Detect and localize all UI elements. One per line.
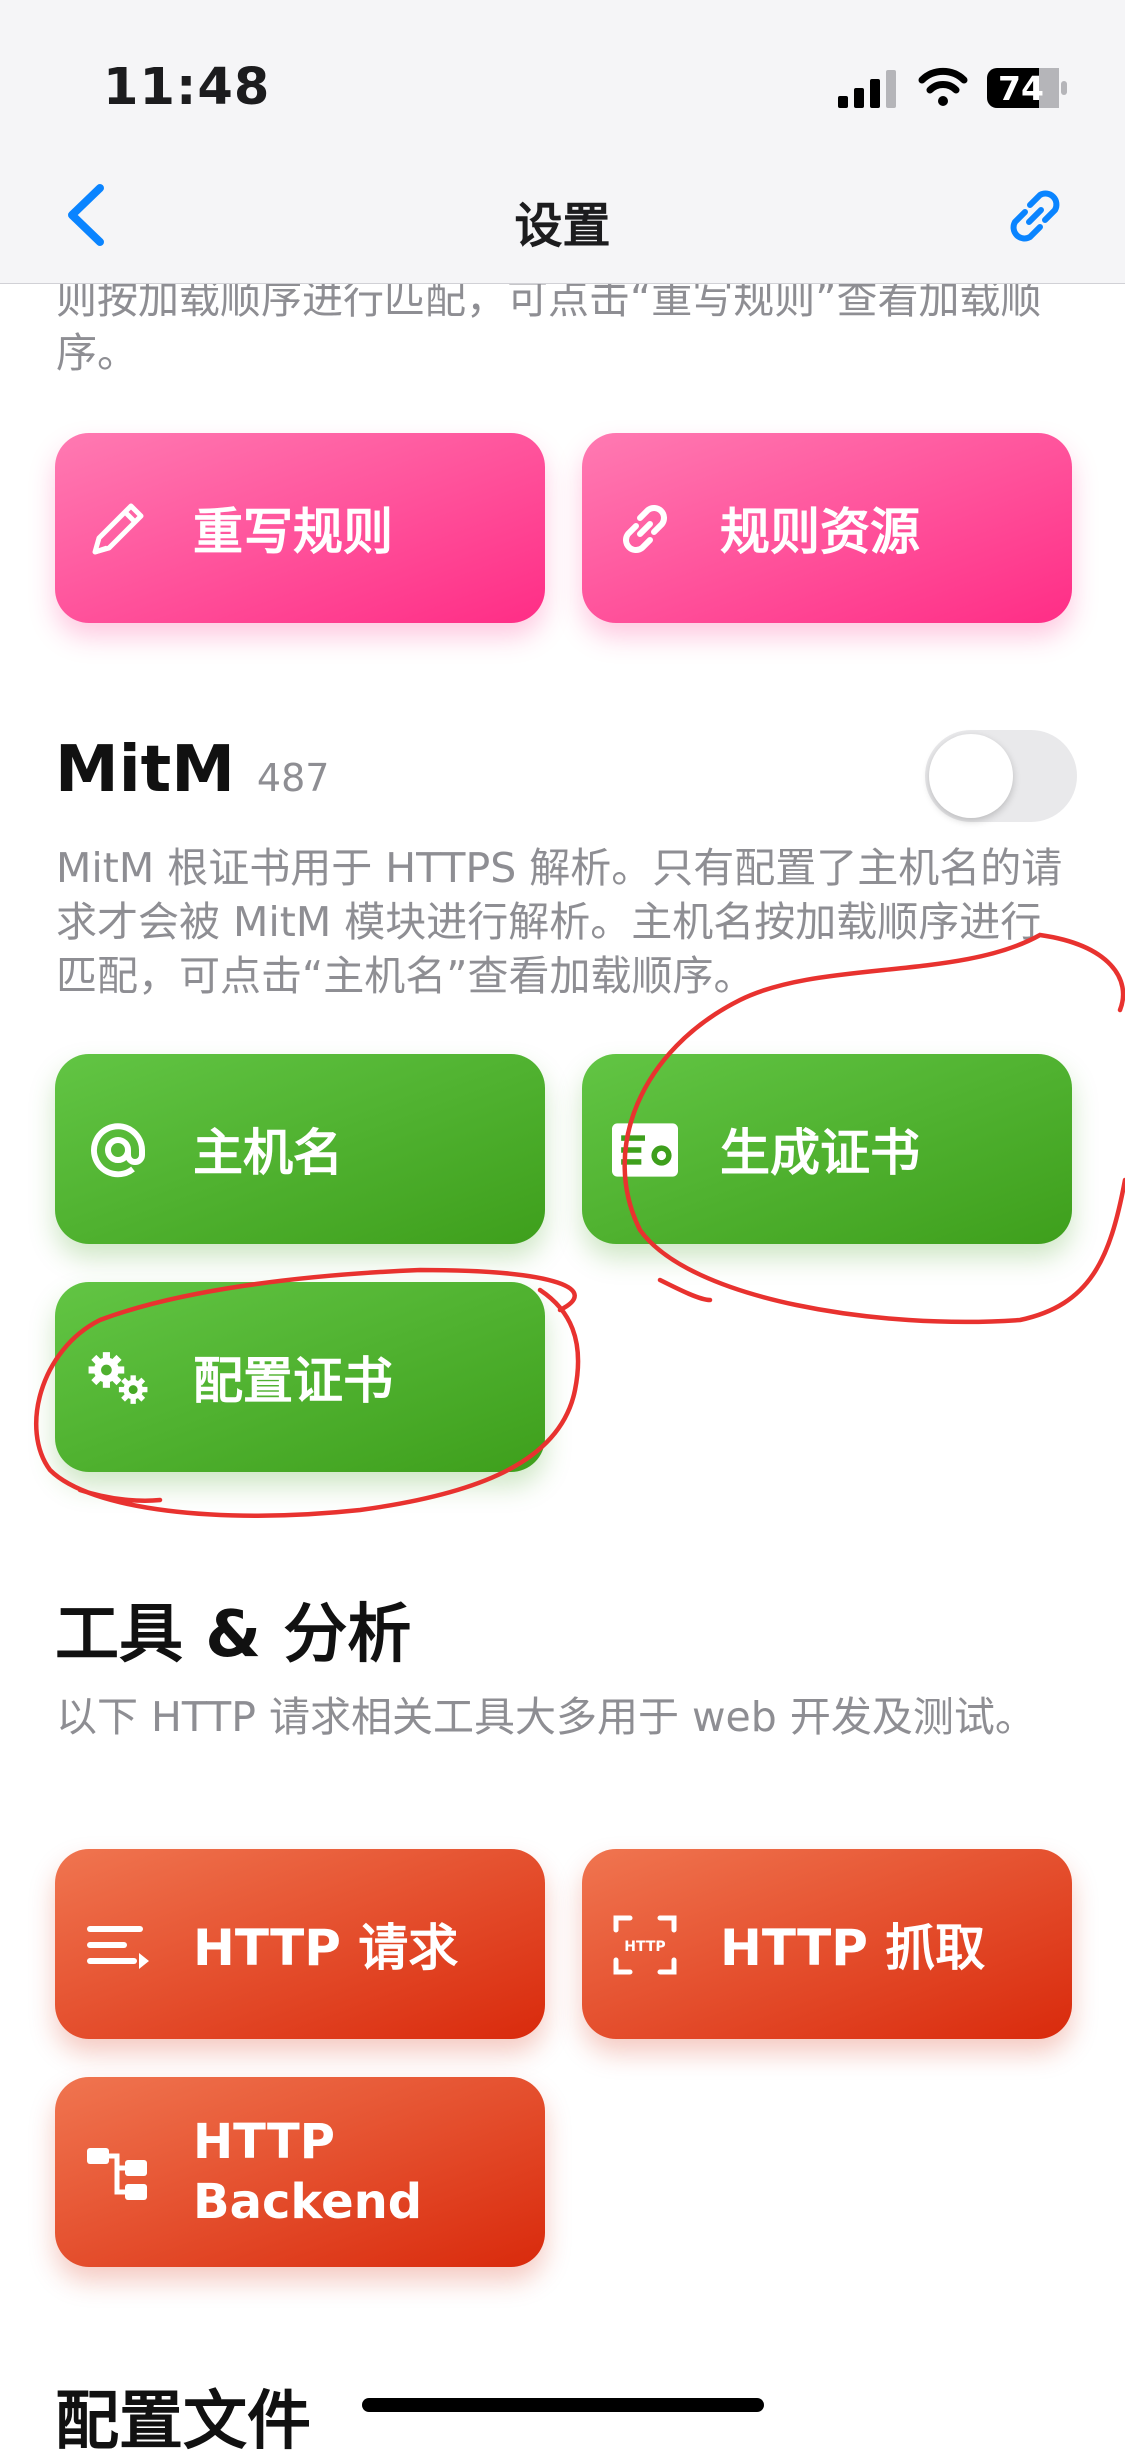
hostname-button[interactable]: 主机名	[55, 1054, 545, 1244]
page-title: 设置	[514, 198, 611, 254]
rewrite-rules-button[interactable]: 重写规则	[55, 433, 545, 623]
tools-description: 以下 HTTP 请求相关工具大多用于 web 开发及测试。	[56, 1693, 1036, 1741]
http-capture-icon: HTTP	[612, 1912, 678, 1978]
generate-certificate-label: 生成证书	[720, 1124, 920, 1182]
rule-resources-label: 规则资源	[720, 503, 920, 561]
at-icon	[85, 1117, 151, 1183]
home-indicator	[362, 2398, 764, 2412]
pencil-icon	[85, 496, 151, 562]
mitm-description: MitM 根证书用于 HTTPS 解析。只有配置了主机名的请求才会被 MitM …	[56, 844, 1063, 1000]
mitm-count: 487	[256, 756, 330, 800]
cellular-signal-icon	[838, 70, 896, 108]
battery-level: 74	[998, 69, 1044, 108]
configure-certificate-label: 配置证书	[193, 1352, 393, 1410]
http-capture-button[interactable]: HTTP HTTP 抓取	[582, 1849, 1072, 2039]
configure-certificate-button[interactable]: 配置证书	[55, 1282, 545, 1472]
svg-text:HTTP: HTTP	[624, 1939, 665, 1955]
http-request-label: HTTP 请求	[193, 1919, 459, 1977]
list-arrow-icon	[85, 1912, 151, 1978]
tree-icon	[85, 2140, 151, 2206]
settings-content: 则按加载顺序进行匹配，可点击“重写规则”查看加载顺序。 重写规则 规则资源 Mi…	[0, 0, 1125, 2459]
generate-certificate-button[interactable]: 生成证书	[582, 1054, 1072, 1244]
link-icon[interactable]	[1003, 184, 1067, 248]
certificate-icon	[612, 1117, 678, 1183]
http-backend-label: HTTP Backend	[193, 2114, 423, 2230]
tools-title: 工具 & 分析	[55, 1598, 412, 1672]
mitm-title-text: MitM	[55, 733, 235, 807]
link-icon	[612, 496, 678, 562]
http-capture-label: HTTP 抓取	[720, 1919, 986, 1977]
battery-icon: 74	[986, 66, 1068, 110]
mitm-toggle[interactable]	[925, 730, 1077, 822]
gears-icon	[85, 1345, 151, 1411]
hostname-label: 主机名	[193, 1124, 343, 1182]
toggle-knob	[929, 734, 1013, 818]
http-backend-button[interactable]: HTTP Backend	[55, 2077, 545, 2267]
wifi-icon	[918, 67, 968, 106]
config-title: 配置文件	[55, 2385, 311, 2459]
navigation-bar: 11:48 74 设置	[0, 0, 1125, 284]
rewrite-description: 则按加载顺序进行匹配，可点击“重写规则”查看加载顺序。	[56, 275, 1042, 377]
rule-resources-button[interactable]: 规则资源	[582, 433, 1072, 623]
status-time: 11:48	[103, 58, 271, 117]
mitm-title: MitM 487	[55, 733, 329, 807]
http-request-button[interactable]: HTTP 请求	[55, 1849, 545, 2039]
rewrite-rules-label: 重写规则	[193, 503, 393, 561]
